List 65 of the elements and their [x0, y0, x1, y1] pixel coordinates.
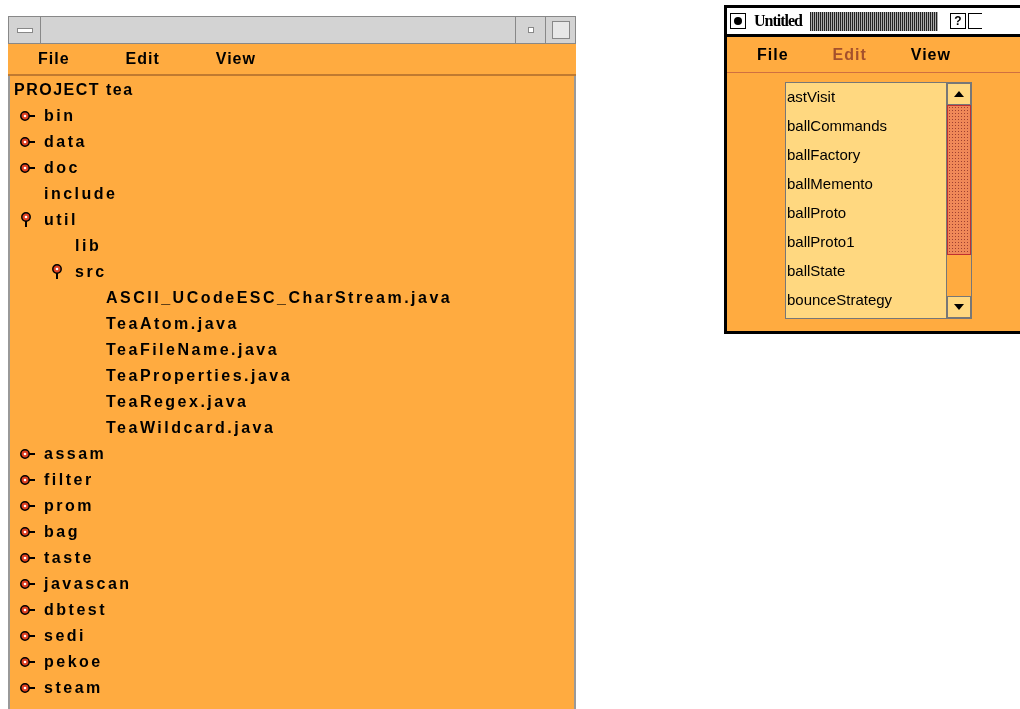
- list-item[interactable]: ballCommands: [787, 115, 888, 138]
- menu-item[interactable]: File: [757, 42, 789, 67]
- folder-label[interactable]: util: [44, 208, 78, 232]
- file-label[interactable]: include: [44, 182, 118, 206]
- scroll-down-button[interactable]: [947, 296, 971, 318]
- file-label[interactable]: TeaAtom.java: [106, 312, 239, 336]
- folder-label[interactable]: data: [44, 130, 87, 154]
- collapsed-toggle-icon[interactable]: [20, 682, 36, 694]
- scroll-up-button[interactable]: [947, 83, 971, 105]
- file-label[interactable]: lib: [75, 234, 102, 258]
- window-title: Untitled: [754, 11, 802, 31]
- collapsed-toggle-icon[interactable]: [20, 630, 36, 642]
- list-item[interactable]: astVisit: [787, 86, 836, 109]
- list-item[interactable]: ballState: [787, 260, 846, 283]
- menu-item[interactable]: View: [910, 42, 951, 67]
- folder-label[interactable]: bag: [44, 520, 80, 544]
- folder-label[interactable]: sedi: [44, 624, 86, 648]
- list-item[interactable]: bounceStrategy: [787, 289, 893, 312]
- collapsed-toggle-icon[interactable]: [20, 552, 36, 564]
- folder-label[interactable]: javascan: [44, 572, 132, 596]
- small-square-icon: [527, 27, 534, 33]
- folder-label[interactable]: filter: [44, 468, 94, 492]
- help-button[interactable]: ?: [950, 13, 966, 29]
- scrollbar[interactable]: [946, 83, 971, 318]
- collapsed-toggle-icon[interactable]: [20, 110, 36, 122]
- folder-label[interactable]: dbtest: [44, 598, 107, 622]
- collapsed-toggle-icon[interactable]: [20, 604, 36, 616]
- folder-label[interactable]: src: [75, 260, 107, 284]
- folder-label[interactable]: taste: [44, 546, 94, 570]
- tree-root-label[interactable]: PROJECT tea: [14, 78, 134, 102]
- window-zoom-icon[interactable]: [968, 13, 982, 29]
- collapsed-toggle-icon[interactable]: [20, 448, 36, 460]
- file-label[interactable]: TeaWildcard.java: [106, 416, 276, 440]
- list-item[interactable]: ballProto1: [787, 231, 855, 254]
- expanded-toggle-icon[interactable]: [20, 212, 32, 228]
- folder-label[interactable]: prom: [44, 494, 94, 518]
- collapsed-toggle-icon[interactable]: [20, 500, 36, 512]
- collapsed-toggle-icon[interactable]: [20, 136, 36, 148]
- list-item[interactable]: ballProto: [787, 202, 847, 225]
- list-item[interactable]: ballFactory: [787, 144, 861, 167]
- file-label[interactable]: ASCII_UCodeESC_CharStream.java: [106, 286, 453, 310]
- collapsed-toggle-icon[interactable]: [20, 578, 36, 590]
- menu-item[interactable]: View: [215, 47, 256, 71]
- folder-label[interactable]: doc: [44, 156, 80, 180]
- collapsed-toggle-icon[interactable]: [20, 526, 36, 538]
- close-button[interactable]: [730, 13, 746, 29]
- file-label[interactable]: TeaRegex.java: [106, 390, 249, 414]
- menu-item[interactable]: File: [38, 47, 70, 71]
- file-label[interactable]: TeaProperties.java: [106, 364, 293, 388]
- folder-label[interactable]: assam: [44, 442, 107, 466]
- list-item[interactable]: ballMemento: [787, 173, 873, 196]
- down-arrow-icon: [954, 304, 964, 310]
- collapsed-toggle-icon[interactable]: [20, 656, 36, 668]
- minus-icon: [16, 27, 33, 33]
- menu-item[interactable]: Edit: [125, 47, 160, 71]
- up-arrow-icon: [954, 91, 964, 97]
- scroll-thumb[interactable]: [947, 105, 971, 255]
- collapsed-toggle-icon[interactable]: [20, 474, 36, 486]
- folder-label[interactable]: bin: [44, 104, 76, 128]
- expanded-toggle-icon[interactable]: [51, 264, 63, 280]
- folder-label[interactable]: pekoe: [44, 650, 103, 674]
- file-label[interactable]: TeaFileName.java: [106, 338, 280, 362]
- square-icon: [551, 21, 570, 39]
- folder-label[interactable]: steam: [44, 676, 103, 700]
- collapsed-toggle-icon[interactable]: [20, 162, 36, 174]
